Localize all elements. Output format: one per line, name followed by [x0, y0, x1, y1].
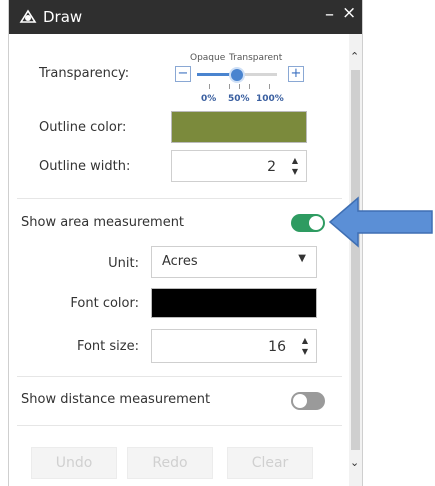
stepper-arrows-icon[interactable]: ▲ ▼ — [298, 335, 312, 357]
minus-icon: − — [177, 66, 189, 81]
tick-label-50: 50% — [228, 94, 250, 104]
outline-color-label: Outline color: — [39, 120, 127, 135]
area-measurement-toggle[interactable] — [291, 214, 325, 232]
tick-75 — [249, 84, 250, 89]
unit-label: Unit: — [108, 256, 139, 271]
toggle-knob — [293, 394, 307, 408]
annotation-arrow-icon — [328, 196, 433, 248]
transparent-label: Transparent — [229, 53, 283, 63]
outline-width-label: Outline width: — [39, 159, 131, 174]
unit-select-value: Acres — [162, 254, 198, 269]
divider — [17, 376, 342, 377]
show-distance-measurement-label: Show distance measurement — [21, 392, 211, 407]
minimize-button[interactable]: – — [325, 4, 334, 25]
redo-button[interactable]: Redo — [127, 447, 213, 479]
close-button[interactable]: × — [342, 3, 356, 23]
opaque-label: Opaque — [190, 53, 226, 63]
tick-50 — [239, 84, 240, 89]
font-size-stepper[interactable]: 16 ▲ ▼ — [151, 329, 317, 363]
scrollbar-thumb[interactable] — [351, 70, 360, 450]
tick-100 — [269, 84, 270, 89]
divider — [17, 198, 342, 199]
font-color-swatch[interactable] — [151, 288, 317, 318]
outline-width-stepper[interactable]: 2 ▲ ▼ — [171, 150, 307, 182]
window-title: Draw — [43, 8, 83, 26]
outline-width-value: 2 — [267, 159, 276, 175]
toggle-knob — [309, 216, 323, 230]
unit-select[interactable]: Acres ▼ — [151, 246, 317, 278]
transparency-increase-button[interactable]: + — [288, 66, 304, 82]
scroll-up-icon[interactable]: ⌃ — [350, 50, 359, 63]
transparency-decrease-button[interactable]: − — [175, 66, 191, 82]
chevron-down-icon: ▼ — [298, 253, 306, 264]
tick-label-0: 0% — [201, 94, 217, 104]
outline-color-swatch[interactable] — [171, 111, 307, 143]
draw-tool-icon — [19, 9, 37, 23]
tick-0 — [209, 84, 210, 89]
plus-icon: + — [290, 66, 302, 81]
tick-25 — [229, 84, 230, 89]
show-area-measurement-label: Show area measurement — [21, 215, 185, 230]
clear-button[interactable]: Clear — [227, 447, 313, 479]
undo-button[interactable]: Undo — [31, 447, 117, 479]
scrollbar[interactable]: ⌃ ⌄ — [349, 34, 362, 486]
divider — [17, 425, 342, 426]
tick-label-100: 100% — [256, 94, 284, 104]
font-size-value: 16 — [268, 339, 286, 355]
distance-measurement-toggle[interactable] — [291, 392, 325, 410]
font-size-label: Font size: — [76, 339, 139, 354]
transparency-slider-handle[interactable] — [229, 67, 245, 83]
transparency-label: Transparency: — [39, 66, 130, 81]
scroll-down-icon[interactable]: ⌄ — [350, 456, 359, 469]
title-bar: Draw – × — [9, 0, 362, 34]
stepper-arrows-icon[interactable]: ▲ ▼ — [288, 155, 302, 177]
draw-panel: Draw – × Transparency: Opaque Transparen… — [8, 0, 363, 486]
font-color-label: Font color: — [70, 296, 139, 311]
